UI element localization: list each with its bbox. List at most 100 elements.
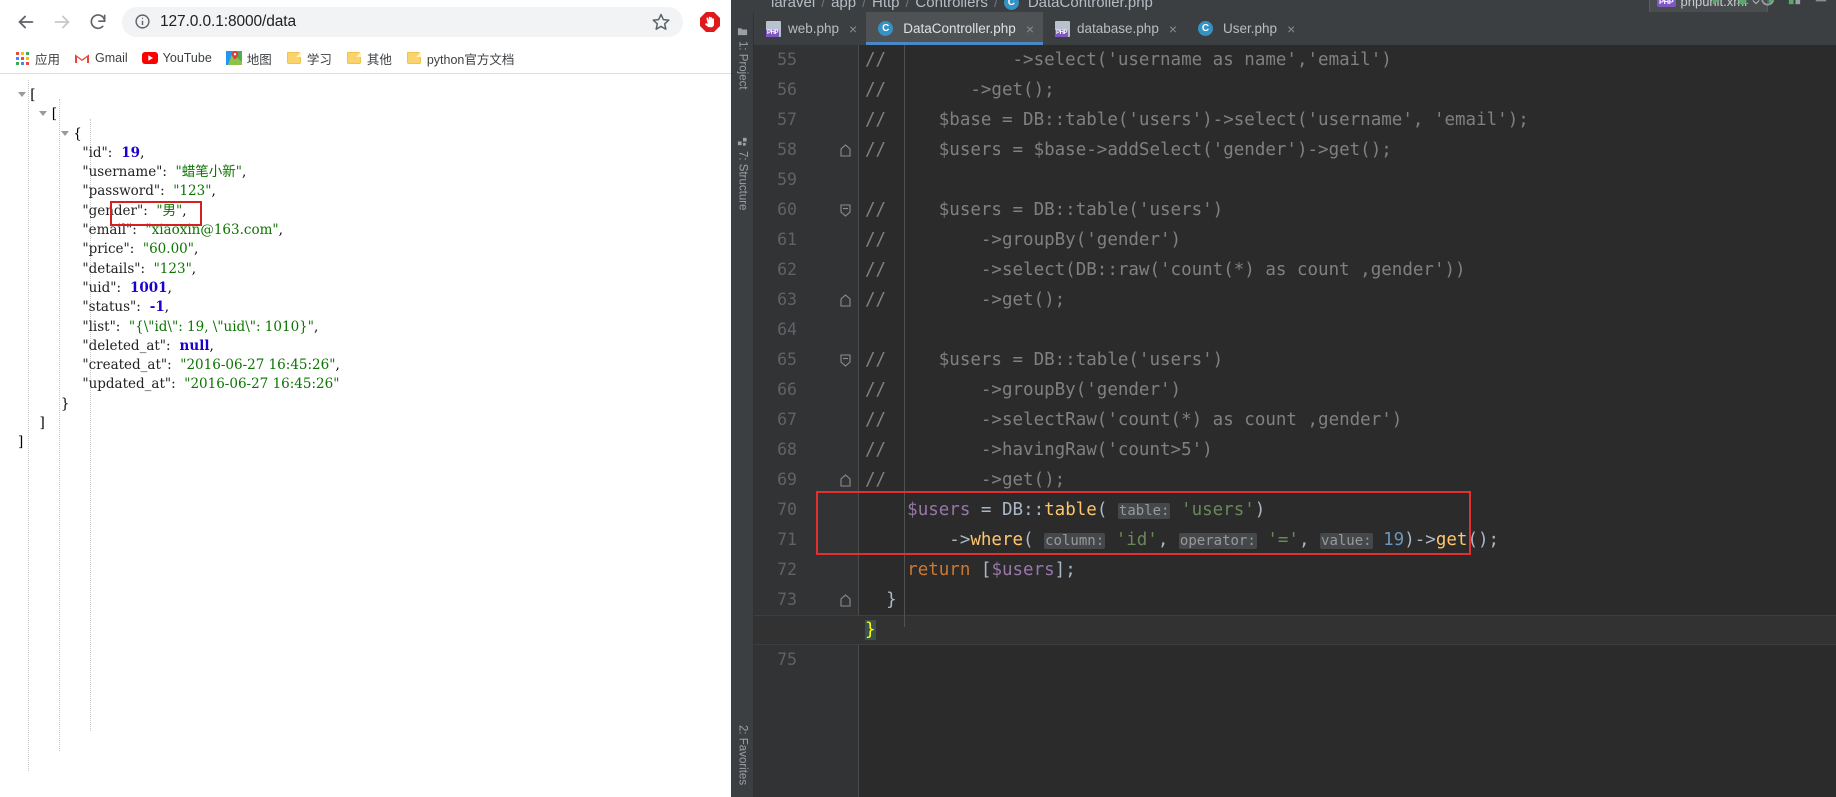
bookmark-item[interactable]: Gmail [68,47,134,69]
code-line[interactable]: // ->select('username as name','email') [865,45,1836,75]
bookmark-item[interactable]: YouTube [136,47,218,69]
code-line[interactable]: // ->groupBy('gender') [865,225,1836,255]
code-line[interactable] [865,315,1836,345]
code-line[interactable]: // $users = DB::table('users') [865,345,1836,375]
fold-end-icon[interactable] [838,135,852,165]
editor-tab-user-php[interactable]: C User.php × [1186,12,1304,45]
run-with-coverage-icon[interactable] [1761,0,1776,7]
code-line[interactable]: // ->select(DB::raw('count(*) as count ,… [865,255,1836,285]
line-number[interactable]: 55 [737,45,797,75]
arrow-left-icon [18,15,34,28]
bookmark-item[interactable]: 其他 [340,46,398,71]
bookmark-item[interactable]: 应用 [8,46,66,71]
line-number[interactable]: 64 [737,315,797,345]
breadcrumb-item[interactable]: laravel [771,0,815,11]
breadcrumb-item[interactable]: DataController.php [1028,0,1153,11]
stop-icon[interactable] [1813,0,1828,7]
code-line[interactable]: // ->groupBy('gender') [865,375,1836,405]
breadcrumb-item[interactable]: app [831,0,856,11]
close-icon[interactable]: × [1026,21,1034,37]
bookmark-label: python官方文档 [426,52,515,67]
reload-button[interactable] [80,4,116,40]
php-config-icon: PHP [1656,0,1676,7]
project-icon [737,28,748,36]
close-icon[interactable]: × [1287,21,1295,37]
line-number[interactable]: 63 [737,285,797,315]
code-line[interactable]: // ->get(); [865,75,1836,105]
line-number[interactable]: 72 [737,555,797,585]
collapse-triangle-icon[interactable] [18,92,26,97]
line-number[interactable]: 68 [737,435,797,465]
breadcrumb-item[interactable]: Http [872,0,900,11]
matched-brace: } [865,620,876,640]
line-number[interactable]: 70 [737,495,797,525]
fold-start-icon[interactable] [838,345,852,375]
bookmark-item[interactable]: 地图 [220,46,278,71]
line-number[interactable]: 73 [737,585,797,615]
forward-button[interactable] [44,4,80,40]
line-number[interactable]: 66 [737,375,797,405]
code-line[interactable]: // ->selectRaw('count(*) as count ,gende… [865,405,1836,435]
line-number[interactable]: 60 [737,195,797,225]
line-number[interactable]: 59 [737,165,797,195]
code-line[interactable]: } [865,585,1836,615]
code-line[interactable]: // $users = $base->addSelect('gender')->… [865,135,1836,165]
editor-tab-database-php[interactable]: database.php × [1043,12,1186,45]
fold-end-icon[interactable] [838,585,852,615]
page-info-icon[interactable] [134,13,151,30]
code-line[interactable] [865,165,1836,195]
code-line[interactable]: // ->get(); [865,465,1836,495]
code-line[interactable]: } [865,615,1836,645]
line-number[interactable]: 65 [737,345,797,375]
close-icon[interactable]: × [1169,21,1177,37]
editor-tab-web-php[interactable]: web.php × [754,12,866,45]
line-number[interactable]: 57 [737,105,797,135]
code-editor[interactable]: 5556575859606162636465666768697071727374… [754,45,1836,797]
json-comma: , [167,279,172,296]
collapse-triangle-icon[interactable] [39,111,48,117]
code-line[interactable] [865,645,1836,675]
fold-start-icon[interactable] [838,195,852,225]
line-number[interactable]: 58 [737,135,797,165]
line-number[interactable]: 62 [737,255,797,285]
line-number[interactable]: 75 [737,645,797,675]
close-icon[interactable]: × [849,21,857,37]
code-line[interactable]: // ->get(); [865,285,1836,315]
fold-end-icon[interactable] [838,285,852,315]
bookmark-item[interactable]: 学习 [280,46,338,71]
json-field: "created_at": "2016-06-27 16:45:26", [18,356,731,375]
address-bar[interactable]: 127.0.0.1:8000/data [122,6,683,37]
debug-icon[interactable] [1735,0,1750,7]
line-number[interactable]: 71 [737,525,797,555]
code-line[interactable]: $users = DB::table( table: 'users') [865,495,1836,525]
bookmark-item[interactable]: python官方文档 [400,46,521,71]
editor-tab-datacontroller-php[interactable]: C DataController.php × [866,12,1043,45]
php-file-icon [1055,20,1070,37]
bookmark-star-icon[interactable] [651,12,671,32]
breadcrumb-item[interactable]: Controllers [915,0,988,11]
bookmark-label: 学习 [306,52,332,67]
sidebar-item-favorites[interactable]: 2: Favorites [731,721,754,789]
line-number[interactable]: 67 [737,405,797,435]
collapse-triangle-icon[interactable] [60,130,69,136]
url-text[interactable]: 127.0.0.1:8000/data [160,13,651,31]
json-response-viewer: [ [ { "id": 19, "username": "蜡笔小新", "pas… [0,74,731,797]
line-number[interactable]: 61 [737,225,797,255]
profile-icon[interactable] [1787,0,1802,7]
code-line[interactable]: ->where( column: 'id', operator: '=', va… [865,525,1836,555]
editor-gutter[interactable]: 5556575859606162636465666768697071727374… [754,45,859,797]
json-comma: , [191,260,197,277]
code-line[interactable]: // ->havingRaw('count>5') [865,435,1836,465]
json-value: 1001 [125,279,168,296]
run-icon[interactable] [1709,0,1724,7]
code-line[interactable]: // $users = DB::table('users') [865,195,1836,225]
line-number[interactable]: 56 [737,75,797,105]
fold-end-icon[interactable] [838,465,852,495]
keyword-token: return [907,560,971,580]
code-line[interactable]: return [$users]; [865,555,1836,585]
back-button[interactable] [8,4,44,40]
code-line[interactable]: // $base = DB::table('users')->select('u… [865,105,1836,135]
adblock-extension-icon[interactable] [697,9,723,35]
line-number[interactable]: 69 [737,465,797,495]
code-content[interactable]: // ->select('username as name','email') /… [859,45,1836,797]
